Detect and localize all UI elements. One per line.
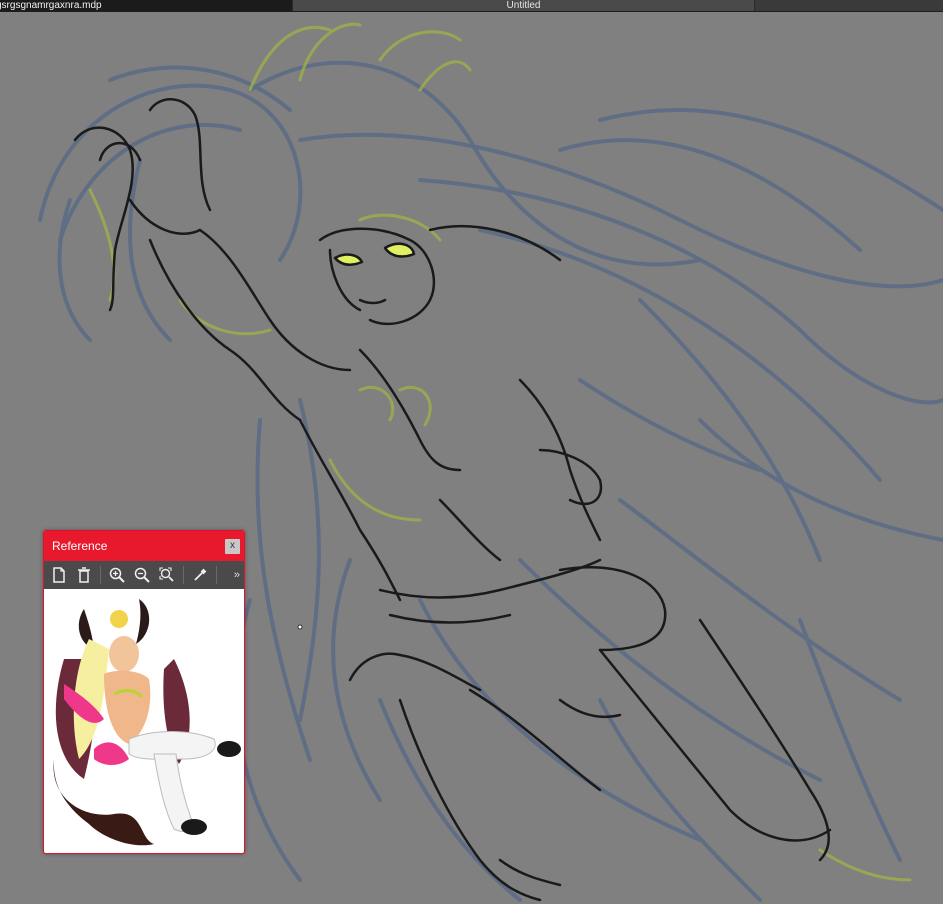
new-page-icon — [53, 567, 65, 583]
zoom-fit-button[interactable] — [156, 564, 178, 586]
reference-toolbar: » — [44, 561, 244, 589]
reference-image — [44, 589, 244, 851]
eyedropper-button[interactable] — [189, 564, 211, 586]
delete-button[interactable] — [73, 564, 95, 586]
eyedropper-icon — [194, 568, 207, 581]
zoom-in-icon — [109, 567, 125, 583]
close-icon: x — [230, 540, 235, 551]
reference-title: Reference — [52, 539, 108, 553]
tab-bar-filler — [755, 0, 943, 11]
tab-active-document[interactable]: gsrgsgnamrgaxnra.mdp — [0, 0, 292, 11]
toolbar-separator — [100, 566, 101, 584]
zoom-fit-icon — [159, 567, 174, 582]
cursor-dot — [297, 624, 303, 630]
document-tab-bar: gsrgsgnamrgaxnra.mdp Untitled — [0, 0, 943, 12]
reference-title-bar[interactable]: Reference x — [44, 531, 244, 561]
new-page-button[interactable] — [48, 564, 70, 586]
toolbar-separator — [183, 566, 184, 584]
close-button[interactable]: x — [225, 539, 240, 554]
toolbar-separator — [216, 566, 217, 584]
reference-character-illustration — [44, 589, 244, 851]
reference-panel: Reference x » — [43, 530, 245, 854]
trash-icon — [78, 567, 90, 583]
tab-untitled[interactable]: Untitled — [292, 0, 755, 11]
zoom-in-button[interactable] — [106, 564, 128, 586]
zoom-out-button[interactable] — [131, 564, 153, 586]
zoom-out-icon — [134, 567, 150, 583]
more-options-icon[interactable]: » — [234, 569, 240, 581]
